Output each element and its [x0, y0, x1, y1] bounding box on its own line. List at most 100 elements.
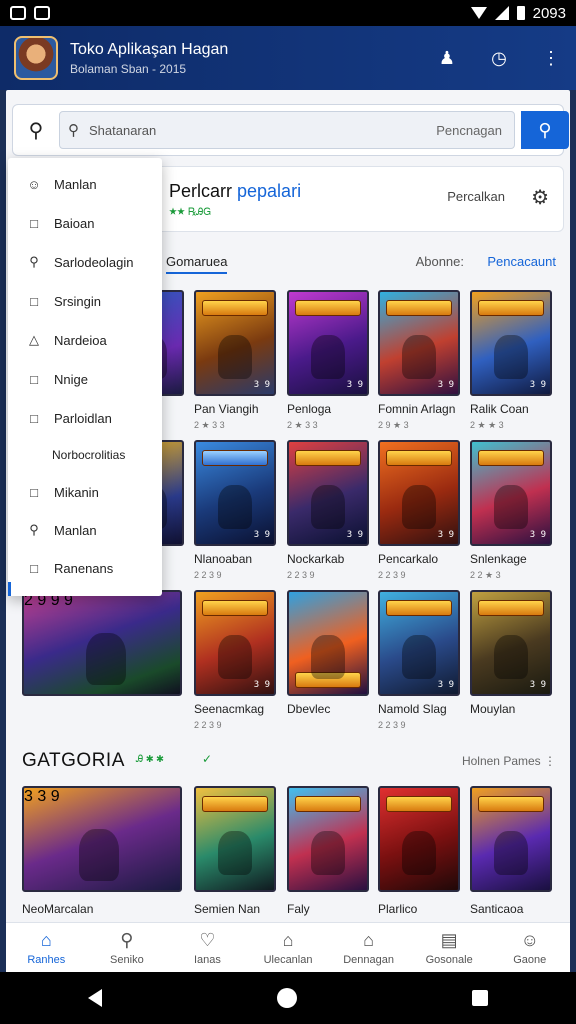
game-stat: 2 2 3 9	[287, 570, 315, 580]
scroll-indicator	[8, 582, 11, 596]
search-button[interactable]: ⚲	[521, 111, 569, 149]
game-tile[interactable]: 3 9	[378, 440, 460, 546]
square-icon: □	[30, 560, 38, 576]
nav-ianas[interactable]: ♡ Ianas	[167, 923, 248, 972]
menu-item-manlan-search[interactable]: ⚲ Manlan	[8, 512, 162, 548]
game-tile[interactable]: 3 9	[287, 440, 369, 546]
game-tile[interactable]: 3 9	[470, 290, 552, 396]
game-tile[interactable]: 3 9	[470, 440, 552, 546]
popular-subtitle: ★★ ℞ᎯᏀ	[169, 207, 211, 218]
app-title: Toko Aplikaşan Hagan	[70, 40, 229, 58]
search-hint: Pencnagan	[436, 122, 502, 138]
dropdown-menu: ☺ Manlan □ Baioan ⚲ Sarlodeolagin □ Srsingin…	[8, 158, 162, 596]
bottom-nav: ⌂ Ranhes ⚲ Seniko ♡ Ianas ⌂ Ulecanlan ⌂ Denna…	[6, 922, 570, 972]
game-stat: 2 2 3 9	[378, 720, 406, 730]
game-name: Ralik Coan	[470, 402, 529, 416]
signal-icon	[494, 6, 509, 20]
search-bar: ⚲ ⚲ Shatanaran Pencnagan ⚲	[12, 104, 569, 156]
category-game-tile[interactable]	[194, 786, 276, 892]
nav-seniko[interactable]: ⚲ Seniko	[87, 923, 168, 972]
back-icon[interactable]	[87, 989, 102, 1007]
square-icon: □	[30, 484, 38, 500]
game-name: NeoMarcalan	[22, 902, 94, 916]
menu-item-parloidlan[interactable]: □ Parloidlan	[8, 400, 162, 436]
system-nav-bar	[0, 972, 576, 1024]
menu-item-mikanin[interactable]: □ Mikanin	[8, 474, 162, 510]
search-icon: ⚲	[120, 929, 134, 950]
nav-dennagan[interactable]: ⌂ Dennagan	[328, 923, 409, 972]
tab-active[interactable]: Gomaruea	[166, 254, 228, 274]
avatar[interactable]	[14, 36, 58, 80]
search-icon: ⚲	[29, 522, 39, 537]
game-tile[interactable]: 3 9	[194, 290, 276, 396]
more-vert-icon[interactable]: ⋮	[540, 47, 562, 69]
menu-item-baioan[interactable]: □ Baioan	[8, 205, 162, 241]
menu-item-nnige[interactable]: □ Nnige	[8, 361, 162, 397]
square-icon: □	[30, 293, 38, 309]
game-stat: 2 2 3 9	[378, 570, 406, 580]
settings-icon[interactable]: ⚙	[531, 185, 549, 210]
status-bar: 2093	[0, 0, 576, 26]
game-tile[interactable]: 3 9	[287, 290, 369, 396]
game-tile[interactable]: 3 9	[194, 590, 276, 696]
clock-icon[interactable]: ◷	[488, 47, 510, 69]
featured-game-tile[interactable]: 2 9 9 9	[22, 590, 182, 696]
popular-card[interactable]: Perlcarr pepalari ★★ ℞ᎯᏀ Percalkan ⚙	[156, 166, 564, 232]
popular-action-label[interactable]: Percalkan	[447, 189, 505, 204]
app-bar: Toko Aplikaşan Hagan Bolaman Sban - 2015…	[0, 26, 576, 90]
wifi-icon	[470, 7, 487, 19]
game-tile[interactable]: 3 9	[194, 440, 276, 546]
check-icon: ✓	[202, 752, 213, 766]
category-game-tile[interactable]: 3 3 9	[22, 786, 182, 892]
category-header: GATGORIA Ꭿ ✱ ✱ ✓ Holnen Pames ⋮	[22, 750, 562, 774]
recents-icon[interactable]	[472, 990, 489, 1006]
tab-abonne[interactable]: Abonne:	[416, 254, 464, 269]
search-icon[interactable]: ⚲	[13, 118, 59, 143]
status-time: 2093	[532, 4, 566, 22]
home-button-icon[interactable]	[276, 988, 297, 1008]
game-name: Snlenkage	[470, 552, 527, 566]
home-icon: ⌂	[40, 929, 52, 950]
game-tile[interactable]: 3 9	[378, 290, 460, 396]
menu-item-srsingin[interactable]: □ Srsingin	[8, 283, 162, 319]
game-tile[interactable]	[287, 590, 369, 696]
tab-pencacaunt[interactable]: Pencacaunt	[487, 254, 556, 269]
game-name: Faly	[287, 902, 310, 916]
square-icon: □	[30, 371, 38, 387]
game-name: Nlanoaban	[194, 552, 253, 566]
library-icon: ▤	[440, 929, 458, 950]
game-tile[interactable]: 3 9	[378, 590, 460, 696]
category-game-tile[interactable]	[287, 786, 369, 892]
game-name: Seenacmkag	[194, 702, 265, 716]
game-stat: 2 2 3 9	[194, 570, 222, 580]
notification-icon	[10, 6, 26, 20]
game-tile[interactable]: 3 9	[470, 590, 552, 696]
game-stat: 2 ★ 3 3	[287, 420, 318, 430]
search-field-icon: ⚲	[68, 122, 79, 139]
nav-ulecanlan[interactable]: ⌂ Ulecanlan	[248, 923, 329, 972]
account-icon: ☺	[520, 929, 539, 950]
category-game-tile[interactable]	[470, 786, 552, 892]
menu-item-manlan[interactable]: ☺ Manlan	[8, 166, 162, 202]
menu-item-nardeioa[interactable]: △ Nardeioa	[8, 322, 162, 358]
category-more-link[interactable]: Holnen Pames ⋮	[462, 754, 556, 768]
nav-gosonale[interactable]: ▤ Gosonale	[409, 923, 490, 972]
category-badge: Ꭿ ✱ ✱	[136, 754, 164, 765]
store-icon: ⌂	[282, 929, 294, 950]
menu-item-sarlodeolagin[interactable]: ⚲ Sarlodeolagin	[8, 244, 162, 280]
heart-icon: ♡	[199, 929, 216, 950]
game-name: Santicaoa	[470, 902, 524, 916]
popular-title: Perlcarr pepalari	[169, 181, 302, 201]
tab-bar: Gomaruea Abonne: Pencacaunt	[156, 252, 564, 282]
profile-icon[interactable]: ♟	[436, 47, 458, 69]
shelf-icon: ⌂	[363, 929, 375, 950]
menu-item-norbocrolitias[interactable]: Norbocrolitias	[8, 437, 162, 473]
nav-gaone[interactable]: ☺ Gaone	[489, 923, 570, 972]
menu-item-ranenans[interactable]: □ Ranenans	[8, 550, 162, 586]
game-name: Mouylan	[470, 702, 516, 716]
game-stat: 2 ★ 3 3	[194, 420, 225, 430]
category-game-tile[interactable]	[378, 786, 460, 892]
nav-ranhes[interactable]: ⌂ Ranhes	[6, 923, 87, 972]
search-input[interactable]: ⚲ Shatanaran Pencnagan	[59, 111, 515, 149]
search-placeholder: Shatanaran	[89, 122, 157, 138]
